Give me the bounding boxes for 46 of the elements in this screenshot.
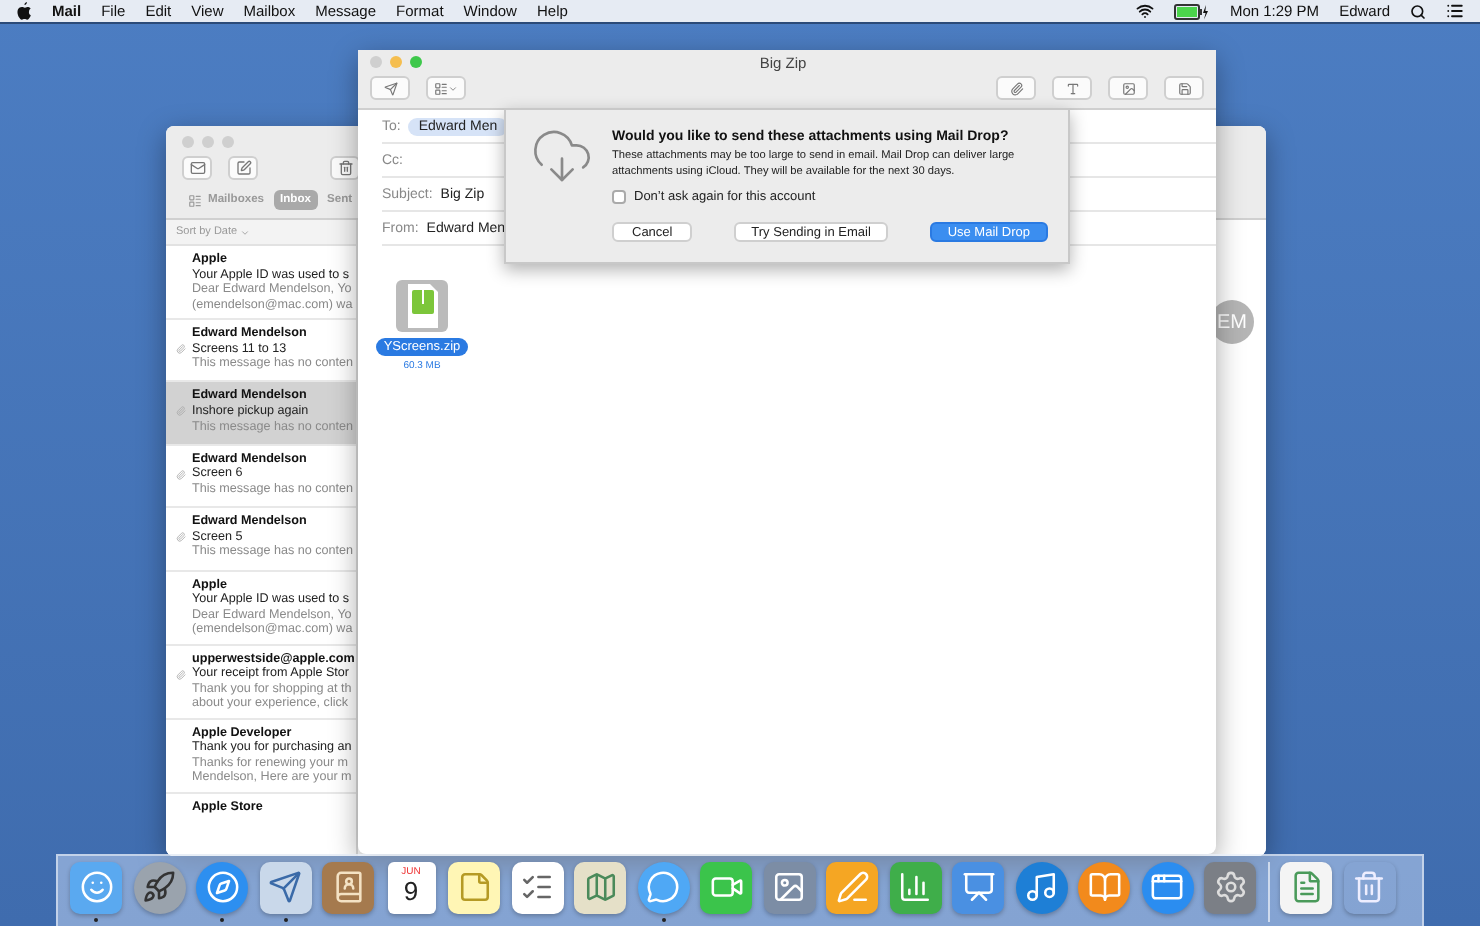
- search-icon[interactable]: [1410, 3, 1426, 19]
- format-button[interactable]: [1052, 76, 1092, 100]
- send-button[interactable]: [370, 76, 410, 100]
- gear-icon[interactable]: [1204, 861, 1256, 913]
- checkbox[interactable]: [612, 190, 626, 204]
- bar-chart-icon[interactable]: [889, 861, 941, 913]
- speech-bubble-icon[interactable]: [637, 861, 689, 913]
- paperclip-icon: [1009, 81, 1023, 95]
- wifi-icon[interactable]: [1135, 2, 1154, 20]
- list-icon[interactable]: [1446, 2, 1464, 20]
- rocket-icon[interactable]: [133, 861, 185, 913]
- pen-icon[interactable]: [826, 861, 878, 913]
- document-icon[interactable]: [1280, 861, 1332, 913]
- notepad-icon[interactable]: [448, 861, 500, 913]
- calendar-day: 9: [403, 877, 419, 905]
- pencil-square-icon: [235, 160, 251, 176]
- chevron-down-icon: [448, 83, 458, 93]
- photo-icon[interactable]: [763, 861, 815, 913]
- paper-plane-icon: [383, 81, 397, 95]
- open-book-icon[interactable]: [1078, 861, 1130, 913]
- photo-browser-button[interactable]: [1108, 76, 1148, 100]
- delete-button[interactable]: [330, 156, 360, 180]
- envelope-icon: [189, 160, 205, 176]
- trash-icon: [337, 160, 353, 176]
- list-icon: [434, 81, 448, 95]
- lectern-icon[interactable]: [952, 861, 1004, 913]
- music-note-icon[interactable]: [1015, 861, 1067, 913]
- get-mail-button[interactable]: [182, 156, 212, 180]
- map-icon[interactable]: [574, 861, 626, 913]
- video-camera-icon[interactable]: [700, 861, 752, 913]
- battery-icon[interactable]: [1173, 3, 1210, 19]
- sidebar-icon: [188, 193, 202, 207]
- attach-button[interactable]: [996, 76, 1036, 100]
- zip-file-icon[interactable]: [394, 278, 450, 334]
- compose-button[interactable]: [228, 156, 258, 180]
- chevron-down-icon: [239, 227, 250, 237]
- apple-logo-icon[interactable]: [16, 2, 32, 20]
- compass-icon[interactable]: [196, 861, 248, 913]
- save-button[interactable]: [1164, 76, 1204, 100]
- letter-icon: [1065, 81, 1079, 95]
- address-book-icon[interactable]: [322, 861, 374, 913]
- zoom-button[interactable]: [410, 56, 422, 68]
- smiley-face-icon[interactable]: [70, 861, 122, 913]
- picture-icon: [1121, 81, 1135, 95]
- header-fields-button[interactable]: [426, 76, 466, 100]
- checklist-icon[interactable]: [511, 861, 563, 913]
